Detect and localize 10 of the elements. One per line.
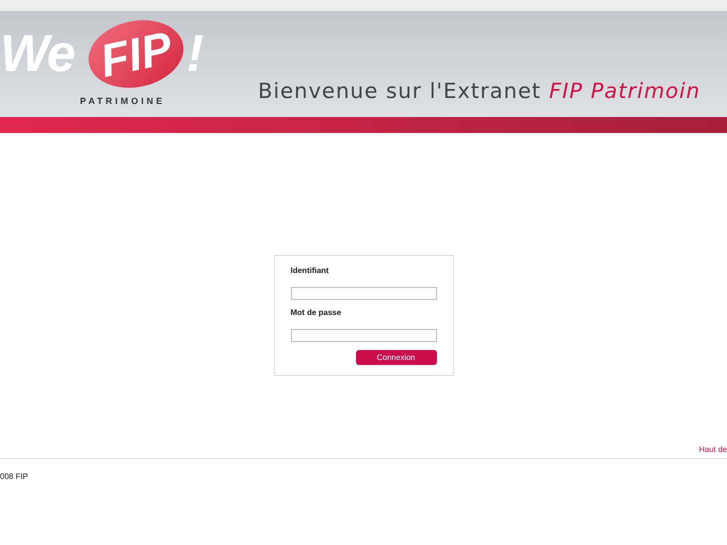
input-field[interactable] [290, 287, 436, 300]
input-field[interactable] [290, 329, 436, 342]
welcome-text: Bienvenue sur l'Extranet [258, 78, 542, 104]
back-to-top-link[interactable]: Haut de [698, 444, 727, 456]
copyright-text: 008 FIP [0, 472, 28, 481]
login-button[interactable]: Connexion [356, 350, 436, 365]
brand-text: FIP Patrimoin [549, 78, 700, 104]
field-label: Identifiant [290, 265, 330, 277]
field-label: Mot de passe [290, 307, 342, 319]
logo-subtitle: PATRIMOINE [80, 95, 166, 108]
